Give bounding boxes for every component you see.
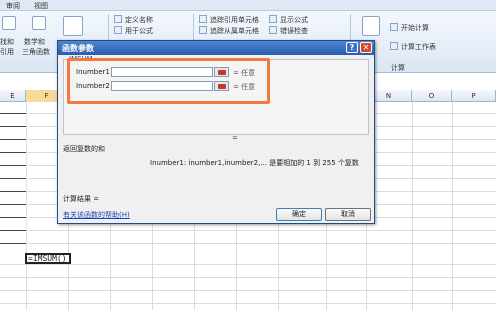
grid-line [26, 102, 27, 310]
cell-border [0, 165, 26, 166]
cell-border [0, 113, 26, 114]
cancel-button[interactable]: 取消 [325, 208, 371, 221]
cell-border [0, 230, 26, 231]
parameter-description: Inumber1: inumber1,inumber2,... 是要相加的 1 … [150, 159, 359, 167]
grid-line [412, 102, 413, 310]
calc-sheet-button[interactable]: 计算工作表 [401, 42, 436, 52]
ribbon-btn-math-label2: 三角函数 [22, 48, 50, 56]
cell-border [0, 152, 26, 153]
cell-border [0, 178, 26, 179]
grid-line [0, 243, 496, 244]
calc-options-icon[interactable] [362, 16, 380, 36]
start-calc-icon [390, 23, 398, 31]
ok-button[interactable]: 确定 [276, 208, 322, 221]
use-in-formula-icon [114, 26, 122, 34]
function-library-icon[interactable] [2, 16, 16, 30]
trace-dependents-button[interactable]: 追踪从属单元格 [210, 26, 259, 36]
cell-border [0, 126, 26, 127]
dialog-title: 函数参数 [62, 44, 94, 53]
annotation-highlight-box [67, 58, 270, 104]
show-formulas-button[interactable]: 显示公式 [280, 15, 308, 25]
use-in-formula-button[interactable]: 用于公式 [125, 26, 153, 36]
help-button[interactable]: ? [346, 42, 358, 53]
error-check-icon [269, 26, 277, 34]
grid-line [0, 277, 496, 278]
column-header-E[interactable]: E [0, 90, 26, 102]
function-help-link[interactable]: 有关该函数的帮助(H) [63, 210, 130, 220]
show-formulas-icon [269, 15, 277, 23]
ribbon-tab-bar: 审阅 视图 [0, 0, 496, 11]
grid-line [0, 303, 496, 304]
error-check-button[interactable]: 错误检查 [280, 26, 308, 36]
grid-line [452, 102, 453, 310]
ribbon-btn-lookup-label2: 引用 [0, 48, 14, 56]
define-name-icon [114, 15, 122, 23]
start-calc-button[interactable]: 开始计算 [401, 23, 429, 33]
grid-line [0, 264, 496, 265]
grid-line [0, 290, 496, 291]
tab-review[interactable]: 审阅 [6, 1, 20, 11]
cell-border [0, 139, 26, 140]
grid-line [0, 230, 496, 231]
define-name-button[interactable]: 定义名称 [125, 15, 153, 25]
active-cell-formula[interactable]: =IMSUM() [25, 253, 71, 264]
cell-border [0, 191, 26, 192]
math-trig-icon[interactable] [32, 16, 46, 30]
ribbon-btn-lookup-label1: 找和 [0, 38, 14, 46]
trace-precedents-icon [199, 15, 207, 23]
trace-dependents-icon [199, 26, 207, 34]
calc-result: 计算结果 = [63, 195, 100, 203]
column-header-P[interactable]: P [452, 90, 496, 102]
result-equals-mark: = [232, 134, 238, 142]
more-functions-icon[interactable] [63, 16, 83, 36]
trace-precedents-button[interactable]: 追踪引用单元格 [210, 15, 259, 25]
close-button[interactable]: ✕ [360, 42, 372, 53]
calc-group-label: 计算 [391, 64, 405, 72]
ribbon-btn-math-label1: 数学和 [24, 38, 45, 46]
cell-border [0, 204, 26, 205]
cell-border [0, 243, 26, 244]
dialog-titlebar[interactable]: 函数参数 ? ✕ [58, 41, 374, 55]
tab-view[interactable]: 视图 [34, 1, 48, 11]
column-header-O[interactable]: O [412, 90, 452, 102]
cell-border [0, 217, 26, 218]
function-description: 返回复数的和 [63, 145, 105, 153]
calc-sheet-icon [390, 42, 398, 50]
